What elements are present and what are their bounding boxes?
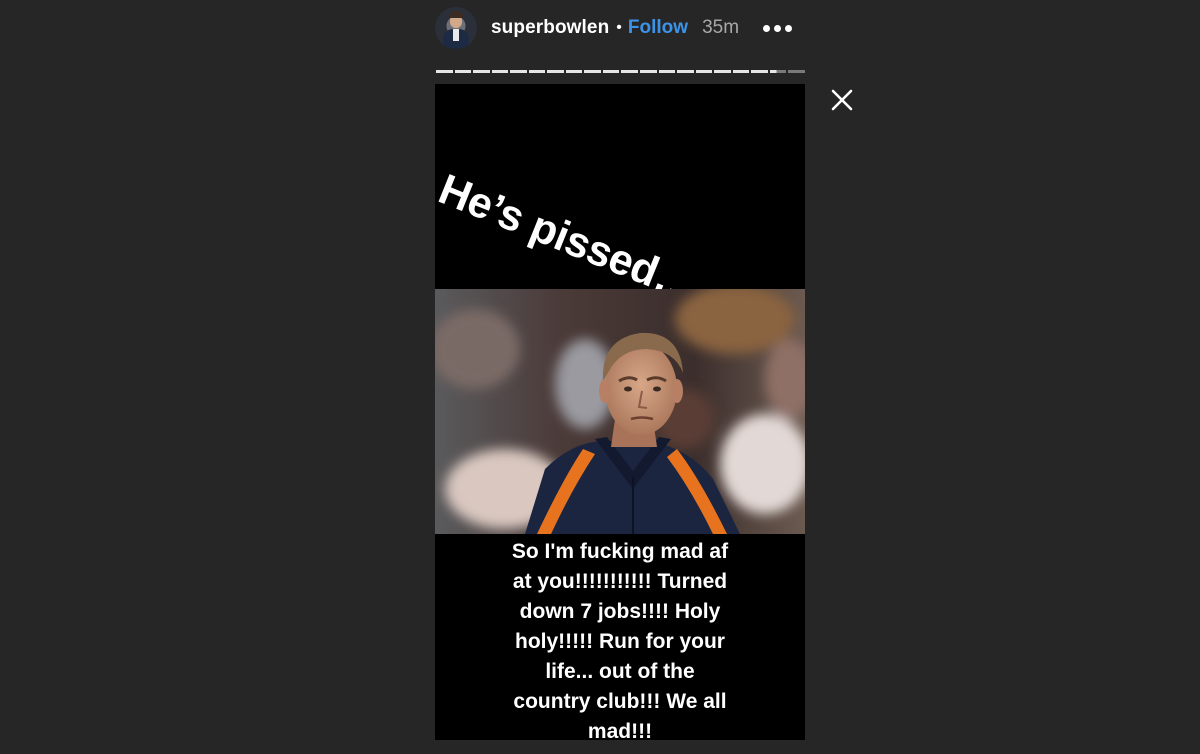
progress-segment xyxy=(640,70,657,73)
progress-segment xyxy=(473,70,490,73)
caption-line: life... out of the xyxy=(545,660,695,683)
caption-line: country club!!! We all xyxy=(513,690,727,713)
progress-segment xyxy=(454,70,472,73)
progress-segment xyxy=(602,70,620,73)
story-progress-bar xyxy=(436,70,805,73)
username-link[interactable]: superbowlen xyxy=(491,17,609,39)
time-ago: 35m xyxy=(702,17,740,38)
more-dot xyxy=(774,24,782,32)
caption-line: down 7 jobs!!!! Holy xyxy=(519,600,721,623)
caption-line: mad!!! xyxy=(587,720,653,740)
progress-segment xyxy=(677,70,694,73)
separator-dot: • xyxy=(616,19,622,36)
progress-segment xyxy=(769,70,787,73)
progress-segment xyxy=(510,70,527,73)
progress-segment xyxy=(621,70,639,73)
story-viewer: superbowlen • Follow 35m He’s pissed…. S… xyxy=(0,0,1200,754)
progress-segment xyxy=(584,70,601,73)
profile-avatar[interactable] xyxy=(435,7,477,49)
caption-line: at you!!!!!!!!!!! Turned xyxy=(512,570,728,593)
story-media[interactable]: He’s pissed…. So I'm fucking mad af at y… xyxy=(435,84,805,740)
more-dot xyxy=(785,24,793,32)
progress-segment xyxy=(436,70,453,73)
avatar-collar xyxy=(453,29,459,41)
progress-segment xyxy=(528,70,546,73)
progress-segment xyxy=(658,70,676,73)
progress-segment xyxy=(565,70,583,73)
progress-segment xyxy=(714,70,731,73)
progress-segment xyxy=(547,70,564,73)
progress-segment xyxy=(491,70,509,73)
follow-button[interactable]: Follow xyxy=(628,17,688,39)
progress-segment xyxy=(695,70,713,73)
caption-line: So I'm fucking mad af xyxy=(511,540,729,563)
story-header: superbowlen • Follow 35m xyxy=(435,6,805,50)
progress-segment xyxy=(751,70,768,73)
more-options-icon[interactable] xyxy=(763,21,793,36)
caption-line: holy!!!!! Run for your xyxy=(515,630,725,653)
progress-segment xyxy=(732,70,750,73)
close-icon[interactable] xyxy=(828,86,856,114)
avatar-hair xyxy=(449,11,463,18)
story-bottom-caption: So I'm fucking mad af at you!!!!!!!!!!! T… xyxy=(465,537,775,740)
more-dot xyxy=(763,24,771,32)
progress-segment xyxy=(788,70,805,73)
story-photo xyxy=(435,289,805,534)
